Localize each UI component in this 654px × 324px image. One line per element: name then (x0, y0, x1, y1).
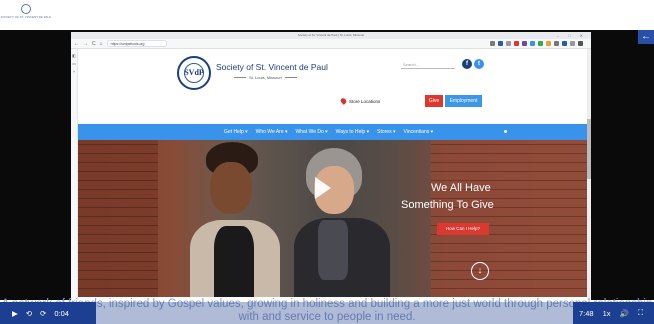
hero-heading-line2: Something To Give (401, 199, 494, 211)
extension-icon[interactable] (490, 41, 495, 46)
hero-person-face (210, 162, 252, 214)
sidebar-icon[interactable]: ◧ (71, 52, 77, 60)
extension-icon[interactable] (538, 41, 543, 46)
extension-icon[interactable] (506, 41, 511, 46)
hero-person-shirt (214, 226, 254, 297)
volume-icon[interactable]: 🔊 (620, 309, 629, 318)
menu-icon[interactable] (578, 41, 583, 46)
sidebar-icon[interactable]: ▭ (71, 60, 77, 68)
svdp-logo[interactable]: SVdP (177, 56, 211, 90)
back-icon[interactable]: ← (74, 41, 79, 47)
reload-icon[interactable]: C (92, 41, 96, 47)
top-strip: SOCIETY OF ST. VINCENT DE PAUL (0, 0, 654, 30)
extension-icon[interactable] (546, 41, 551, 46)
hero-brick-left (78, 140, 158, 297)
browser-toolbar: ← → C ⌂ https://svdpstlouis.org (71, 39, 591, 49)
hero-person-scarf (318, 220, 348, 280)
employment-button[interactable]: Employment (445, 95, 482, 107)
nav-item-vincentians[interactable]: Vincentians ▾ (403, 129, 433, 135)
extension-icon[interactable] (514, 41, 519, 46)
facebook-icon[interactable]: f (462, 59, 472, 69)
rewind-icon[interactable]: ⟲ (26, 309, 32, 318)
how-can-i-help-button[interactable]: How Can I Help? (437, 223, 489, 235)
hero-brick-right (431, 140, 591, 297)
page: SOCIETY OF ST. VINCENT DE PAUL ← Society… (0, 0, 654, 324)
search-input[interactable]: Search... (401, 61, 455, 69)
hero-heading-line1: We All Have (431, 182, 491, 194)
nav-item-stores[interactable]: Stores ▾ (377, 129, 395, 135)
forward-icon[interactable]: → (83, 41, 88, 47)
nav-item-get-help[interactable]: Get Help ▾ (224, 129, 248, 135)
site-location: St. Louis, Missouri (231, 75, 300, 80)
add-icon[interactable]: + (71, 68, 77, 76)
give-button[interactable]: Give (425, 95, 443, 107)
website: SVdP Society of St. Vincent de Paul St. … (78, 49, 591, 302)
extension-icon[interactable] (522, 41, 527, 46)
player-progress-track[interactable] (96, 302, 573, 324)
main-nav: Get Help ▾ Who We Are ▾ What We Do ▾ Way… (78, 124, 591, 140)
home-icon[interactable]: ⌂ (100, 41, 103, 47)
map-pin-icon (339, 97, 348, 105)
window-controls[interactable]: – □ ✕ (557, 32, 587, 39)
social-links: f t (462, 59, 484, 69)
duration: 7:48 (579, 308, 594, 318)
address-bar[interactable]: https://svdpstlouis.org (106, 40, 167, 47)
corner-logo: SOCIETY OF ST. VINCENT DE PAUL (1, 4, 51, 28)
scroll-down-icon[interactable]: ↓ (471, 262, 489, 280)
site-name[interactable]: Society of St. Vincent de Paul (216, 62, 328, 72)
play-overlay-icon[interactable] (315, 177, 331, 199)
extension-icon[interactable] (554, 41, 559, 46)
hero-banner: We All Have Something To Give How Can I … (78, 140, 591, 297)
back-arrow-icon[interactable]: ← (638, 30, 654, 44)
corner-logo-text: SOCIETY OF ST. VINCENT DE PAUL (0, 15, 52, 19)
speed-button[interactable]: 1x (603, 309, 611, 318)
play-icon[interactable]: ▶ (12, 309, 18, 318)
browser-window: Society of St. Vincent de Paul | St. Lou… (71, 32, 591, 302)
current-time: 0:04 (54, 308, 69, 318)
nav-item-what-we-do[interactable]: What We Do ▾ (296, 129, 328, 135)
extension-icon[interactable] (562, 41, 567, 46)
nav-item-ways-to-help[interactable]: Ways to Help ▾ (336, 129, 369, 135)
extension-icon[interactable] (530, 41, 535, 46)
nav-item-who-we-are[interactable]: Who We Are ▾ (256, 129, 288, 135)
fullscreen-icon[interactable]: ⛶ (638, 308, 643, 318)
extension-icon[interactable] (570, 41, 575, 46)
browser-scrollbar[interactable] (587, 49, 591, 302)
browser-side-panel: ◧ ▭ + (71, 49, 78, 302)
extension-icon[interactable] (498, 41, 503, 46)
store-locations-link[interactable]: Store Locations (339, 97, 381, 105)
player-controls-right: 7:48 1x 🔊 ⛶ (573, 302, 654, 324)
store-locations-label: Store Locations (349, 98, 381, 104)
logo-letters: SVdP (184, 68, 204, 77)
player-controls-left: ▶ ⟲ ⟳ 0:04 (0, 302, 96, 324)
browser-title-bar: Society of St. Vincent de Paul | St. Lou… (71, 32, 591, 39)
forward-icon[interactable]: ⟳ (40, 309, 46, 318)
browser-tab-title[interactable]: Society of St. Vincent de Paul | St. Lou… (298, 33, 364, 37)
scrollbar-thumb[interactable] (587, 119, 591, 179)
twitter-icon[interactable]: t (474, 59, 484, 69)
nav-dot-icon (504, 130, 507, 133)
extension-icons (490, 41, 583, 46)
logo-mark-icon (21, 4, 31, 14)
